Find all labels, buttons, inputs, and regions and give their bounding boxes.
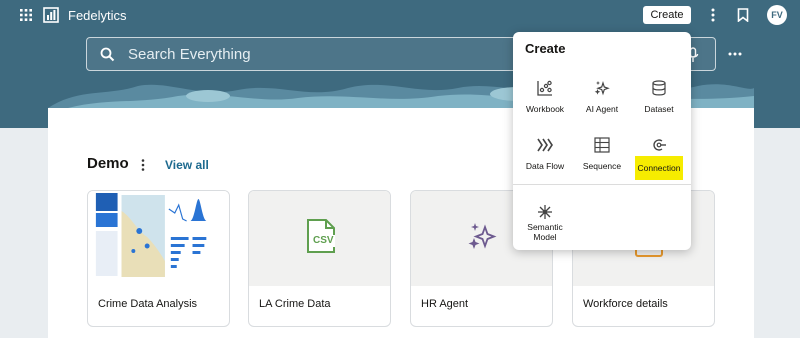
- create-dataset-item[interactable]: Dataset: [631, 80, 687, 126]
- card-label: Workforce details: [583, 298, 668, 310]
- create-button[interactable]: Create: [643, 6, 691, 24]
- card-thumbnail: CSV: [249, 191, 390, 286]
- top-bar: Fedelytics Create FV: [0, 0, 800, 30]
- card-label: HR Agent: [421, 298, 469, 310]
- create-connection-label: Connection: [635, 156, 683, 180]
- menu-divider: [513, 184, 691, 185]
- create-data-flow-label: Data Flow: [525, 161, 565, 171]
- semantic-model-icon: [538, 205, 552, 219]
- search-input[interactable]: Search Everything: [128, 46, 251, 63]
- create-ai-agent-item[interactable]: AI Agent: [574, 80, 630, 126]
- create-ai-agent-label: AI Agent: [585, 104, 619, 114]
- section-title: Demo: [87, 155, 129, 172]
- apps-grid-icon[interactable]: [20, 9, 32, 21]
- create-semantic-model-label: Semantic Model: [527, 222, 563, 242]
- sequence-icon: [594, 137, 610, 153]
- view-all-link[interactable]: View all: [165, 158, 209, 172]
- dashboard-thumbnail: [88, 191, 229, 286]
- section-options-icon[interactable]: [139, 158, 147, 172]
- dataset-icon: [652, 80, 666, 96]
- card-label: Crime Data Analysis: [98, 298, 198, 310]
- search-icon: [100, 47, 115, 62]
- create-semantic-model-item[interactable]: Semantic Model: [517, 204, 573, 250]
- bookmark-icon[interactable]: [737, 8, 749, 22]
- user-avatar[interactable]: FV: [767, 5, 787, 25]
- analytics-logo-icon: [43, 7, 59, 23]
- create-menu-title: Create: [525, 41, 566, 56]
- card-label: LA Crime Data: [259, 298, 331, 310]
- create-dataset-label: Dataset: [644, 104, 674, 114]
- create-data-flow-item[interactable]: Data Flow: [517, 137, 573, 183]
- create-sequence-item[interactable]: Sequence: [574, 137, 630, 183]
- create-workbook-item[interactable]: Workbook: [517, 80, 573, 126]
- create-connection-item[interactable]: Connection: [631, 137, 687, 183]
- workbook-icon: [537, 80, 552, 96]
- card-crime-data-analysis[interactable]: Crime Data Analysis: [87, 190, 230, 327]
- create-menu: Create Workbook AI Agent Dataset Data Fl…: [513, 32, 691, 250]
- card-la-crime-data[interactable]: CSV LA Crime Data: [248, 190, 391, 327]
- ai-agent-icon: [594, 81, 610, 96]
- create-sequence-label: Sequence: [582, 161, 622, 171]
- more-options-icon[interactable]: [706, 7, 720, 23]
- csv-icon-text: CSV: [313, 235, 334, 246]
- connection-icon: [653, 139, 666, 151]
- sparkle-icon: [468, 223, 497, 249]
- create-workbook-label: Workbook: [525, 104, 565, 114]
- app-title: Fedelytics: [68, 8, 127, 23]
- search-options-icon[interactable]: [727, 47, 743, 61]
- data-flow-icon: [537, 138, 553, 152]
